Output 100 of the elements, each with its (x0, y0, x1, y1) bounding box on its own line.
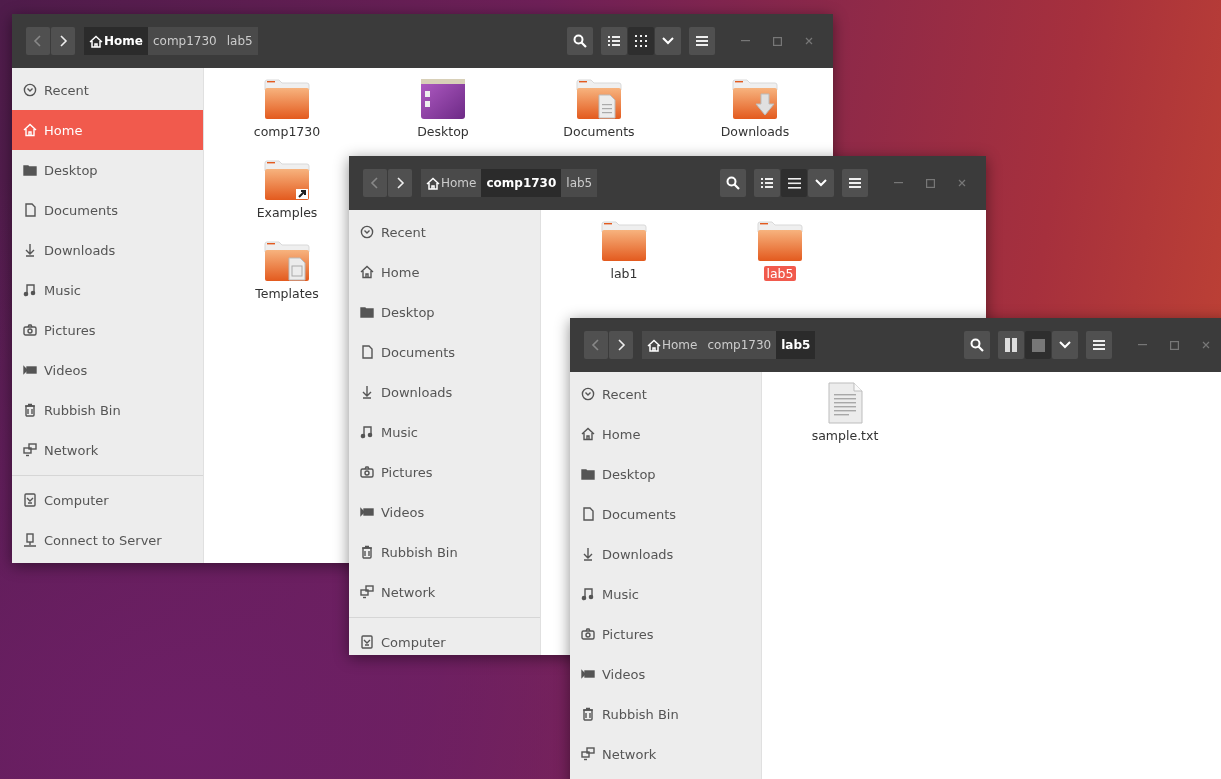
sidebar-item[interactable]: Rubbish Bin (349, 532, 540, 572)
bin-icon (360, 545, 374, 559)
menu-button[interactable] (842, 169, 868, 197)
close-icon[interactable] (958, 179, 966, 187)
file-name[interactable]: Desktop (415, 124, 471, 139)
chevron-right-icon (395, 177, 405, 189)
sidebar-item[interactable]: Pictures (12, 310, 203, 350)
sidebar-item[interactable]: Music (12, 270, 203, 310)
file-name[interactable]: lab1 (608, 266, 640, 281)
view-options-button[interactable] (808, 169, 834, 197)
folder-icon[interactable] (263, 78, 311, 120)
sidebar-item[interactable]: Documents (349, 332, 540, 372)
sidebar-item[interactable]: Network (349, 572, 540, 612)
file-name[interactable]: Templates (253, 286, 321, 301)
file-name[interactable]: Documents (561, 124, 637, 139)
file-name[interactable]: lab5 (764, 266, 796, 281)
file-name[interactable]: Downloads (718, 124, 792, 139)
view-options-button[interactable] (655, 27, 681, 55)
sidebar-item[interactable]: Videos (349, 492, 540, 532)
sidebar-item[interactable]: Desktop (570, 454, 761, 494)
sidebar-item[interactable]: Videos (570, 654, 761, 694)
sidebar-item[interactable]: Videos (12, 350, 203, 390)
maximize-icon[interactable] (926, 178, 935, 188)
sidebar-item[interactable]: Pictures (570, 614, 761, 654)
view-options-button[interactable] (1052, 331, 1078, 359)
link-folder-icon[interactable] (263, 159, 311, 201)
path-button[interactable]: comp1730 (702, 331, 777, 359)
path-button[interactable]: comp1730 (481, 169, 562, 197)
list-icon (608, 35, 620, 47)
minimize-icon[interactable] (1138, 344, 1147, 346)
view-button[interactable] (781, 169, 807, 197)
sidebar-item[interactable]: Computer (12, 480, 203, 520)
sidebar-item[interactable]: Downloads (349, 372, 540, 412)
folder-icon[interactable] (600, 220, 648, 262)
network-icon (581, 747, 595, 761)
desktop-folder-icon[interactable] (419, 78, 467, 120)
path-button[interactable]: lab5 (221, 27, 258, 55)
search-button[interactable] (720, 169, 746, 197)
download-icon (581, 547, 595, 561)
sidebar-item[interactable]: Downloads (570, 534, 761, 574)
sidebar-item[interactable]: Rubbish Bin (570, 694, 761, 734)
folder-icon (581, 467, 595, 481)
sidebar-item[interactable]: Music (349, 412, 540, 452)
sidebar-item[interactable]: Home (570, 414, 761, 454)
chevron-right-icon (616, 339, 626, 351)
sidebar-item[interactable]: Recent (349, 212, 540, 252)
sidebar-item[interactable]: Music (570, 574, 761, 614)
file-name[interactable]: sample.txt (809, 428, 881, 443)
sidebar-item[interactable]: Pictures (349, 452, 540, 492)
sidebar-item[interactable]: Recent (12, 70, 203, 110)
sidebar-item[interactable]: Desktop (349, 292, 540, 332)
menu-button[interactable] (1086, 331, 1112, 359)
path-button[interactable]: Home (642, 331, 703, 359)
sidebar-item[interactable]: Recent (570, 374, 761, 414)
sidebar-item[interactable]: Connect to Server (12, 520, 203, 560)
sidebar-item[interactable]: Computer (349, 622, 540, 655)
file-name[interactable]: Examples (254, 205, 320, 220)
minimize-icon[interactable] (894, 182, 903, 184)
sidebar-item[interactable]: Rubbish Bin (12, 390, 203, 430)
minimize-icon[interactable] (741, 40, 750, 42)
documents-folder-icon[interactable] (575, 78, 623, 120)
path-button[interactable]: lab5 (561, 169, 598, 197)
file-name[interactable]: comp1730 (251, 124, 323, 139)
view-button[interactable] (998, 331, 1024, 359)
path-button[interactable]: Home (84, 27, 148, 55)
forward-button[interactable] (609, 331, 633, 359)
video-icon (23, 363, 37, 377)
download-icon (23, 243, 37, 257)
sidebar-item[interactable]: Desktop (12, 150, 203, 190)
chevron-down-icon (662, 37, 674, 45)
chevron-right-icon (58, 35, 68, 47)
maximize-icon[interactable] (1170, 340, 1179, 350)
sidebar-item[interactable]: Documents (12, 190, 203, 230)
view-button[interactable] (601, 27, 627, 55)
close-icon[interactable] (1202, 341, 1210, 349)
sidebar-item[interactable]: Network (12, 430, 203, 470)
folder-icon (23, 163, 37, 177)
path-button[interactable]: comp1730 (147, 27, 222, 55)
search-button[interactable] (964, 331, 990, 359)
bin-icon (23, 403, 37, 417)
view-button[interactable] (754, 169, 780, 197)
sidebar-item[interactable]: Network (570, 734, 761, 774)
templates-folder-icon[interactable] (263, 240, 311, 282)
sidebar-item[interactable]: Home (349, 252, 540, 292)
forward-button[interactable] (388, 169, 412, 197)
path-button[interactable]: Home (421, 169, 482, 197)
camera-icon (23, 323, 37, 337)
sidebar-item[interactable]: Home (12, 110, 203, 150)
view-button[interactable] (628, 27, 654, 55)
sidebar-item[interactable]: Downloads (12, 230, 203, 270)
folder-icon[interactable] (756, 220, 804, 262)
search-button[interactable] (567, 27, 593, 55)
home-icon (360, 265, 374, 279)
sidebar-item[interactable]: Documents (570, 494, 761, 534)
maximize-icon[interactable] (773, 36, 782, 46)
forward-button[interactable] (51, 27, 75, 55)
menu-button[interactable] (689, 27, 715, 55)
downloads-folder-icon[interactable] (731, 78, 779, 120)
path-button[interactable]: lab5 (776, 331, 816, 359)
close-icon[interactable] (805, 37, 813, 45)
